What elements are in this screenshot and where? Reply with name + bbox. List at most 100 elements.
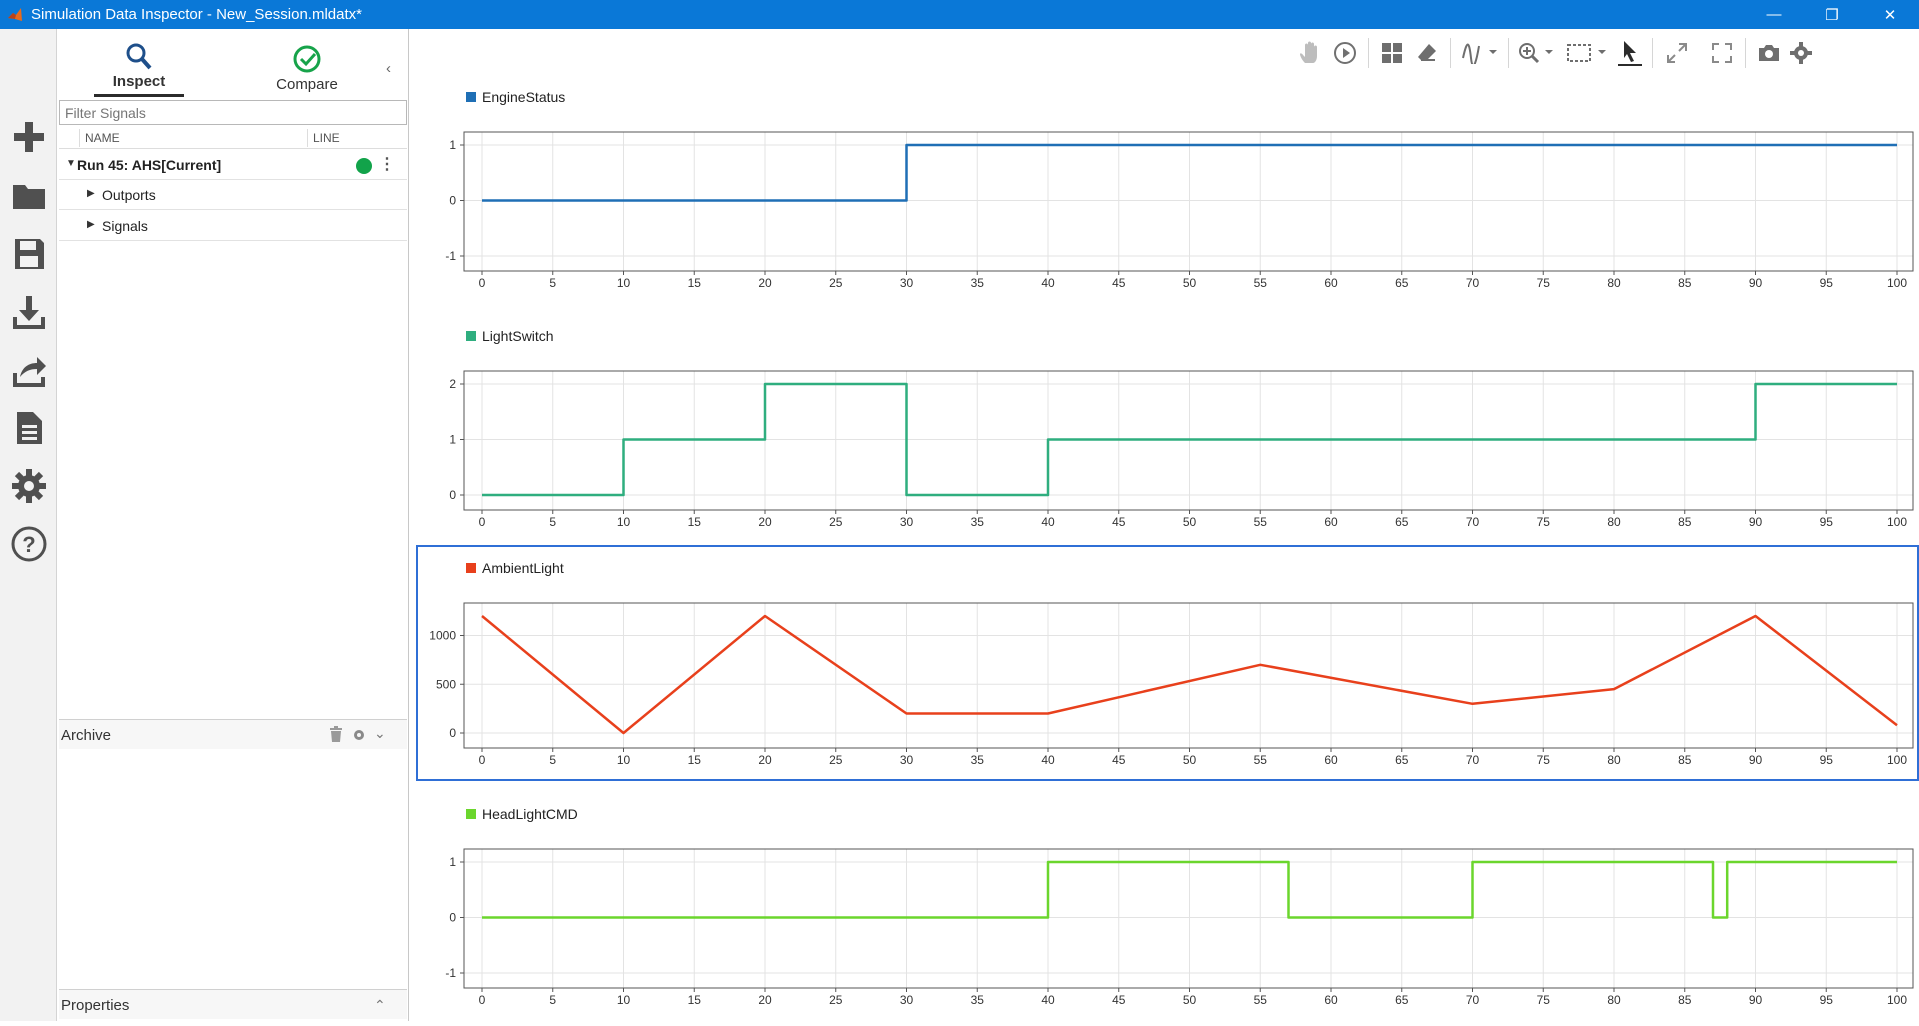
x-tick-label: 25 <box>829 993 843 1007</box>
x-tick-label: 75 <box>1537 515 1551 529</box>
archive-section[interactable]: Archive ⌄ <box>59 719 407 749</box>
check-circle-icon <box>293 45 321 73</box>
x-tick-label: 85 <box>1678 993 1692 1007</box>
plot-area: EngineStatus 0 5 10 15 20 25 30 35 40 45 50 55 60 65 7… <box>410 29 1919 1021</box>
x-tick-label: 15 <box>688 515 702 529</box>
collapse-panel-icon[interactable]: ‹ <box>386 60 391 77</box>
gear-icon[interactable] <box>1786 39 1816 67</box>
tree-item-outports[interactable]: ▶ Outports <box>59 180 407 210</box>
y-tick-label: 1 <box>449 433 456 447</box>
x-tick-label: 70 <box>1466 993 1480 1007</box>
minimize-button[interactable]: — <box>1745 0 1803 29</box>
expanded-arrow-icon[interactable]: ▼ <box>66 158 76 169</box>
plot-light-switch[interactable]: 0 5 10 15 20 25 30 35 40 45 50 55 60 65 70 75 80 85 90 95 10… <box>416 313 1919 543</box>
x-tick-label: 70 <box>1466 276 1480 290</box>
zoom-in-dropdown-icon[interactable] <box>1517 39 1557 67</box>
y-tick-label: 1000 <box>429 629 456 643</box>
x-tick-label: 35 <box>971 993 985 1007</box>
x-tick-label: 20 <box>758 276 772 290</box>
x-tick-label: 20 <box>758 753 772 767</box>
x-tick-label: 50 <box>1183 276 1197 290</box>
plot-ambient-light[interactable]: 0 5 10 15 20 25 30 35 40 45 50 55 60 65 70 75 80 85 90 95 10… <box>416 545 1919 781</box>
plot-head-light-cmd[interactable]: 0 5 10 15 20 25 30 35 40 45 50 55 60 65 70 75 80 85 90 95 10… <box>416 791 1919 1021</box>
x-tick-label: 25 <box>829 753 843 767</box>
properties-label: Properties <box>61 997 130 1014</box>
pan-hand-icon[interactable] <box>1295 39 1325 67</box>
x-tick-label: 25 <box>829 515 843 529</box>
signal-style-dropdown-icon[interactable] <box>1460 39 1500 67</box>
cursor-pointer-icon[interactable] <box>1615 39 1645 67</box>
svg-text:?: ? <box>22 532 35 557</box>
x-tick-label: 30 <box>900 515 914 529</box>
x-tick-label: 100 <box>1887 993 1907 1007</box>
layout-grid-icon[interactable] <box>1377 39 1407 67</box>
x-tick-label: 80 <box>1607 276 1621 290</box>
filter-signals-input[interactable] <box>59 100 407 125</box>
run-row[interactable]: ▼ Run 45: AHS[Current] ⋮ <box>59 150 407 180</box>
x-tick-label: 60 <box>1324 993 1338 1007</box>
collapsed-arrow-icon[interactable]: ▶ <box>87 219 95 230</box>
run-options-icon[interactable]: ⋮ <box>379 154 395 174</box>
x-tick-label: 20 <box>758 993 772 1007</box>
subplot-light-switch[interactable]: LightSwitch 0 5 10 15 20 25 30 35 40 45 50 55 60 65 70… <box>416 313 1919 543</box>
tab-inspect[interactable]: Inspect <box>94 35 184 97</box>
tree-item-label: Outports <box>102 187 156 203</box>
replay-icon[interactable] <box>1330 39 1360 67</box>
x-tick-label: 90 <box>1749 993 1763 1007</box>
column-name[interactable]: NAME <box>85 131 120 145</box>
help-icon[interactable]: ? <box>8 523 50 565</box>
x-tick-label: 5 <box>549 993 556 1007</box>
new-icon[interactable] <box>8 116 50 158</box>
collapsed-arrow-icon[interactable]: ▶ <box>87 188 95 199</box>
column-line[interactable]: LINE <box>313 131 340 145</box>
x-tick-label: 60 <box>1324 753 1338 767</box>
x-tick-label: 0 <box>479 515 486 529</box>
x-tick-label: 65 <box>1395 993 1409 1007</box>
gear-icon[interactable] <box>352 728 366 742</box>
restore-button[interactable]: ❐ <box>1803 0 1861 29</box>
x-tick-label: 60 <box>1324 515 1338 529</box>
subplot-head-light-cmd[interactable]: HeadLightCMD 0 5 10 15 20 25 30 35 40 45 50 55 60 65 7… <box>416 791 1919 1021</box>
x-tick-label: 95 <box>1820 276 1834 290</box>
run-line-color-swatch[interactable] <box>356 158 372 174</box>
run-label: Run 45: AHS[Current] <box>77 157 222 173</box>
tree-item-signals[interactable]: ▶ Signals <box>59 211 407 241</box>
chevron-up-icon[interactable]: ⌃ <box>374 997 386 1014</box>
x-tick-label: 70 <box>1466 515 1480 529</box>
y-tick-label: 2 <box>449 377 456 391</box>
legend-label: LightSwitch <box>482 328 554 344</box>
expand-arrows-icon[interactable] <box>1662 39 1692 67</box>
x-tick-label: 90 <box>1749 276 1763 290</box>
x-tick-label: 55 <box>1254 515 1268 529</box>
subplot-engine-status[interactable]: EngineStatus 0 5 10 15 20 25 30 35 40 45 50 55 60 65 7… <box>416 74 1919 304</box>
column-header: NAME LINE <box>59 127 407 149</box>
legend-label: HeadLightCMD <box>482 806 578 822</box>
plot-engine-status[interactable]: 0 5 10 15 20 25 30 35 40 45 50 55 60 65 70 75 80 85 90 95 10… <box>416 74 1919 304</box>
trash-icon[interactable] <box>329 726 343 742</box>
x-tick-label: 30 <box>900 993 914 1007</box>
x-tick-label: 80 <box>1607 753 1621 767</box>
x-tick-label: 95 <box>1820 753 1834 767</box>
settings-icon[interactable] <box>8 465 50 507</box>
export-icon[interactable] <box>8 349 50 391</box>
x-tick-label: 0 <box>479 276 486 290</box>
subplot-ambient-light[interactable]: AmbientLight 0 5 10 15 20 25 30 35 40 45 50 55 60 65 7… <box>416 545 1919 781</box>
import-icon[interactable] <box>8 291 50 333</box>
fullscreen-icon[interactable] <box>1707 39 1737 67</box>
signal-browser-panel: Inspect Compare ‹ NAME LINE ▼ Run 45: AH… <box>58 29 409 1021</box>
camera-icon[interactable] <box>1754 39 1784 67</box>
save-icon[interactable] <box>8 233 50 275</box>
chevron-down-icon[interactable]: ⌄ <box>374 725 386 742</box>
x-tick-label: 5 <box>549 276 556 290</box>
open-icon[interactable] <box>8 175 50 217</box>
y-tick-label: 0 <box>449 911 456 925</box>
eraser-icon[interactable] <box>1412 39 1442 67</box>
report-icon[interactable] <box>8 407 50 449</box>
x-tick-label: 55 <box>1254 753 1268 767</box>
tab-compare[interactable]: Compare <box>254 35 360 97</box>
zoom-box-dropdown-icon[interactable] <box>1565 39 1609 67</box>
properties-section[interactable]: Properties ⌃ <box>59 989 407 1019</box>
x-tick-label: 85 <box>1678 276 1692 290</box>
close-button[interactable]: ✕ <box>1861 0 1919 29</box>
x-tick-label: 15 <box>688 753 702 767</box>
